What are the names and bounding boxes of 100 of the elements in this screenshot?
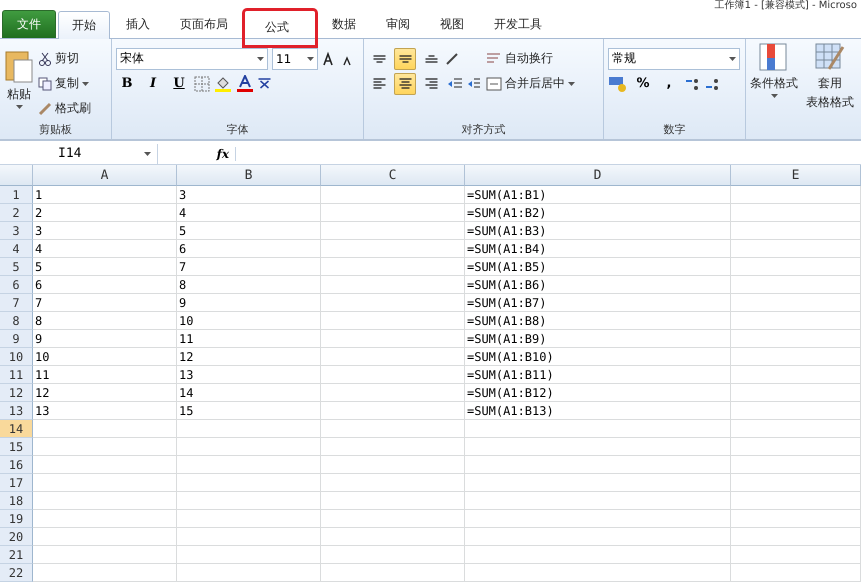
- ribbon-tab[interactable]: 开发工具: [480, 10, 556, 38]
- table-cell: =SUM(A1:B9): [465, 330, 731, 348]
- row-header[interactable]: 7: [0, 294, 33, 312]
- brush-icon: [38, 102, 52, 116]
- ribbon-tab[interactable]: 插入: [112, 10, 164, 38]
- table-cell: 5: [33, 258, 177, 276]
- format-painter-button[interactable]: 格式刷: [38, 98, 91, 120]
- table-cell: 4: [177, 204, 321, 222]
- table-format-button[interactable]: 套用 表格格式: [806, 42, 854, 111]
- name-box[interactable]: I14: [0, 144, 158, 164]
- table-cell: 3: [177, 186, 321, 204]
- paste-button[interactable]: 粘贴: [4, 48, 34, 122]
- table-cell: 5: [177, 222, 321, 240]
- caret-icon[interactable]: [770, 94, 778, 98]
- ribbon-tab[interactable]: 视图: [426, 10, 478, 38]
- table-cell: =SUM(A1:B1): [465, 186, 731, 204]
- row-header[interactable]: 2: [0, 204, 33, 222]
- insert-function-button[interactable]: fx: [158, 146, 236, 161]
- row-header[interactable]: 1: [0, 186, 33, 204]
- row-header[interactable]: 22: [0, 564, 33, 582]
- row-header[interactable]: 3: [0, 222, 33, 240]
- caret-icon[interactable]: [16, 104, 22, 109]
- file-menu-tab[interactable]: 文件: [2, 10, 56, 38]
- caret-icon[interactable]: [729, 56, 736, 61]
- row-header[interactable]: 15: [0, 438, 33, 456]
- table-cell: 7: [177, 258, 321, 276]
- row-header[interactable]: 19: [0, 510, 33, 528]
- group-label: 对齐方式: [460, 122, 506, 138]
- ribbon-tab[interactable]: 数据: [318, 10, 370, 38]
- row-header[interactable]: 10: [0, 348, 33, 366]
- font-color-icon: [236, 74, 254, 93]
- table-cell: 2: [33, 204, 177, 222]
- caret-icon[interactable]: [568, 82, 575, 86]
- column-header[interactable]: A: [33, 165, 177, 186]
- row-header[interactable]: 20: [0, 528, 33, 546]
- currency-icon: [608, 74, 628, 93]
- row-header[interactable]: 16: [0, 456, 33, 474]
- ribbon-tab[interactable]: 审阅: [372, 10, 424, 38]
- table-cell: =SUM(A1:B3): [465, 222, 731, 240]
- row-header[interactable]: 5: [0, 258, 33, 276]
- ribbon-tab[interactable]: 公式: [244, 10, 316, 46]
- table-cell: =SUM(A1:B4): [465, 240, 731, 258]
- percent-button[interactable]: %: [632, 72, 654, 95]
- caret-icon[interactable]: [257, 56, 264, 61]
- vertical-align-button[interactable]: [394, 48, 416, 70]
- fill-color-icon: [214, 74, 232, 93]
- align-lines-icon: [372, 78, 386, 90]
- number-format-field[interactable]: 常规: [608, 48, 740, 70]
- font-size-field[interactable]: 11: [272, 48, 318, 70]
- column-header[interactable]: B: [177, 165, 321, 186]
- underline-button[interactable]: U: [168, 72, 190, 95]
- row-header[interactable]: 14: [0, 420, 33, 438]
- table-cell: 13: [177, 366, 321, 384]
- table-cell: 3: [33, 222, 177, 240]
- row-header[interactable]: 6: [0, 276, 33, 294]
- row-header[interactable]: 8: [0, 312, 33, 330]
- row-header[interactable]: 12: [0, 384, 33, 402]
- table-cell: =SUM(A1:B7): [465, 294, 731, 312]
- caret-icon[interactable]: [307, 56, 314, 61]
- column-header[interactable]: D: [465, 165, 731, 186]
- row-header[interactable]: 18: [0, 492, 33, 510]
- caret-icon[interactable]: [144, 152, 151, 156]
- italic-button[interactable]: I: [142, 72, 164, 95]
- align-lines-icon: [424, 54, 438, 63]
- merge-center-button[interactable]: 合并后居中: [486, 72, 575, 95]
- table-cell: 8: [177, 276, 321, 294]
- column-header[interactable]: E: [731, 165, 861, 186]
- wrap-text-button[interactable]: 自动换行: [486, 48, 575, 70]
- ribbon-tab[interactable]: 页面布局: [166, 10, 242, 38]
- table-cell: =SUM(A1:B6): [465, 276, 731, 294]
- table-cell: 1: [33, 186, 177, 204]
- copy-icon: [38, 76, 52, 91]
- horizontal-align-button[interactable]: [394, 72, 416, 95]
- row-header[interactable]: 13: [0, 402, 33, 420]
- ribbon-tab[interactable]: 开始: [58, 10, 110, 39]
- row-header[interactable]: 9: [0, 330, 33, 348]
- table-cell: 12: [33, 384, 177, 402]
- table-cell: =SUM(A1:B5): [465, 258, 731, 276]
- row-header[interactable]: 4: [0, 240, 33, 258]
- copy-button[interactable]: 复制: [38, 72, 91, 95]
- cut-button[interactable]: 剪切: [38, 48, 91, 70]
- table-cell: =SUM(A1:B11): [465, 366, 731, 384]
- row-header[interactable]: 21: [0, 546, 33, 564]
- comma-button[interactable]: ,: [658, 72, 680, 95]
- merge-cells-icon: [486, 76, 502, 91]
- row-header[interactable]: 11: [0, 366, 33, 384]
- table-cell: 9: [33, 330, 177, 348]
- table-cell: 10: [33, 348, 177, 366]
- caret-icon[interactable]: [82, 82, 89, 86]
- conditional-format-button[interactable]: 条件格式: [750, 42, 798, 98]
- align-lines-icon: [372, 54, 386, 63]
- table-cell: 9: [177, 294, 321, 312]
- border-grid-icon: [194, 76, 210, 92]
- column-header[interactable]: C: [321, 165, 465, 186]
- table-cell: 11: [33, 366, 177, 384]
- row-header[interactable]: 17: [0, 474, 33, 492]
- font-name-field[interactable]: 宋体: [116, 48, 268, 70]
- group-label: 字体: [226, 122, 250, 138]
- table-cell: 6: [177, 240, 321, 258]
- bold-button[interactable]: B: [116, 72, 138, 95]
